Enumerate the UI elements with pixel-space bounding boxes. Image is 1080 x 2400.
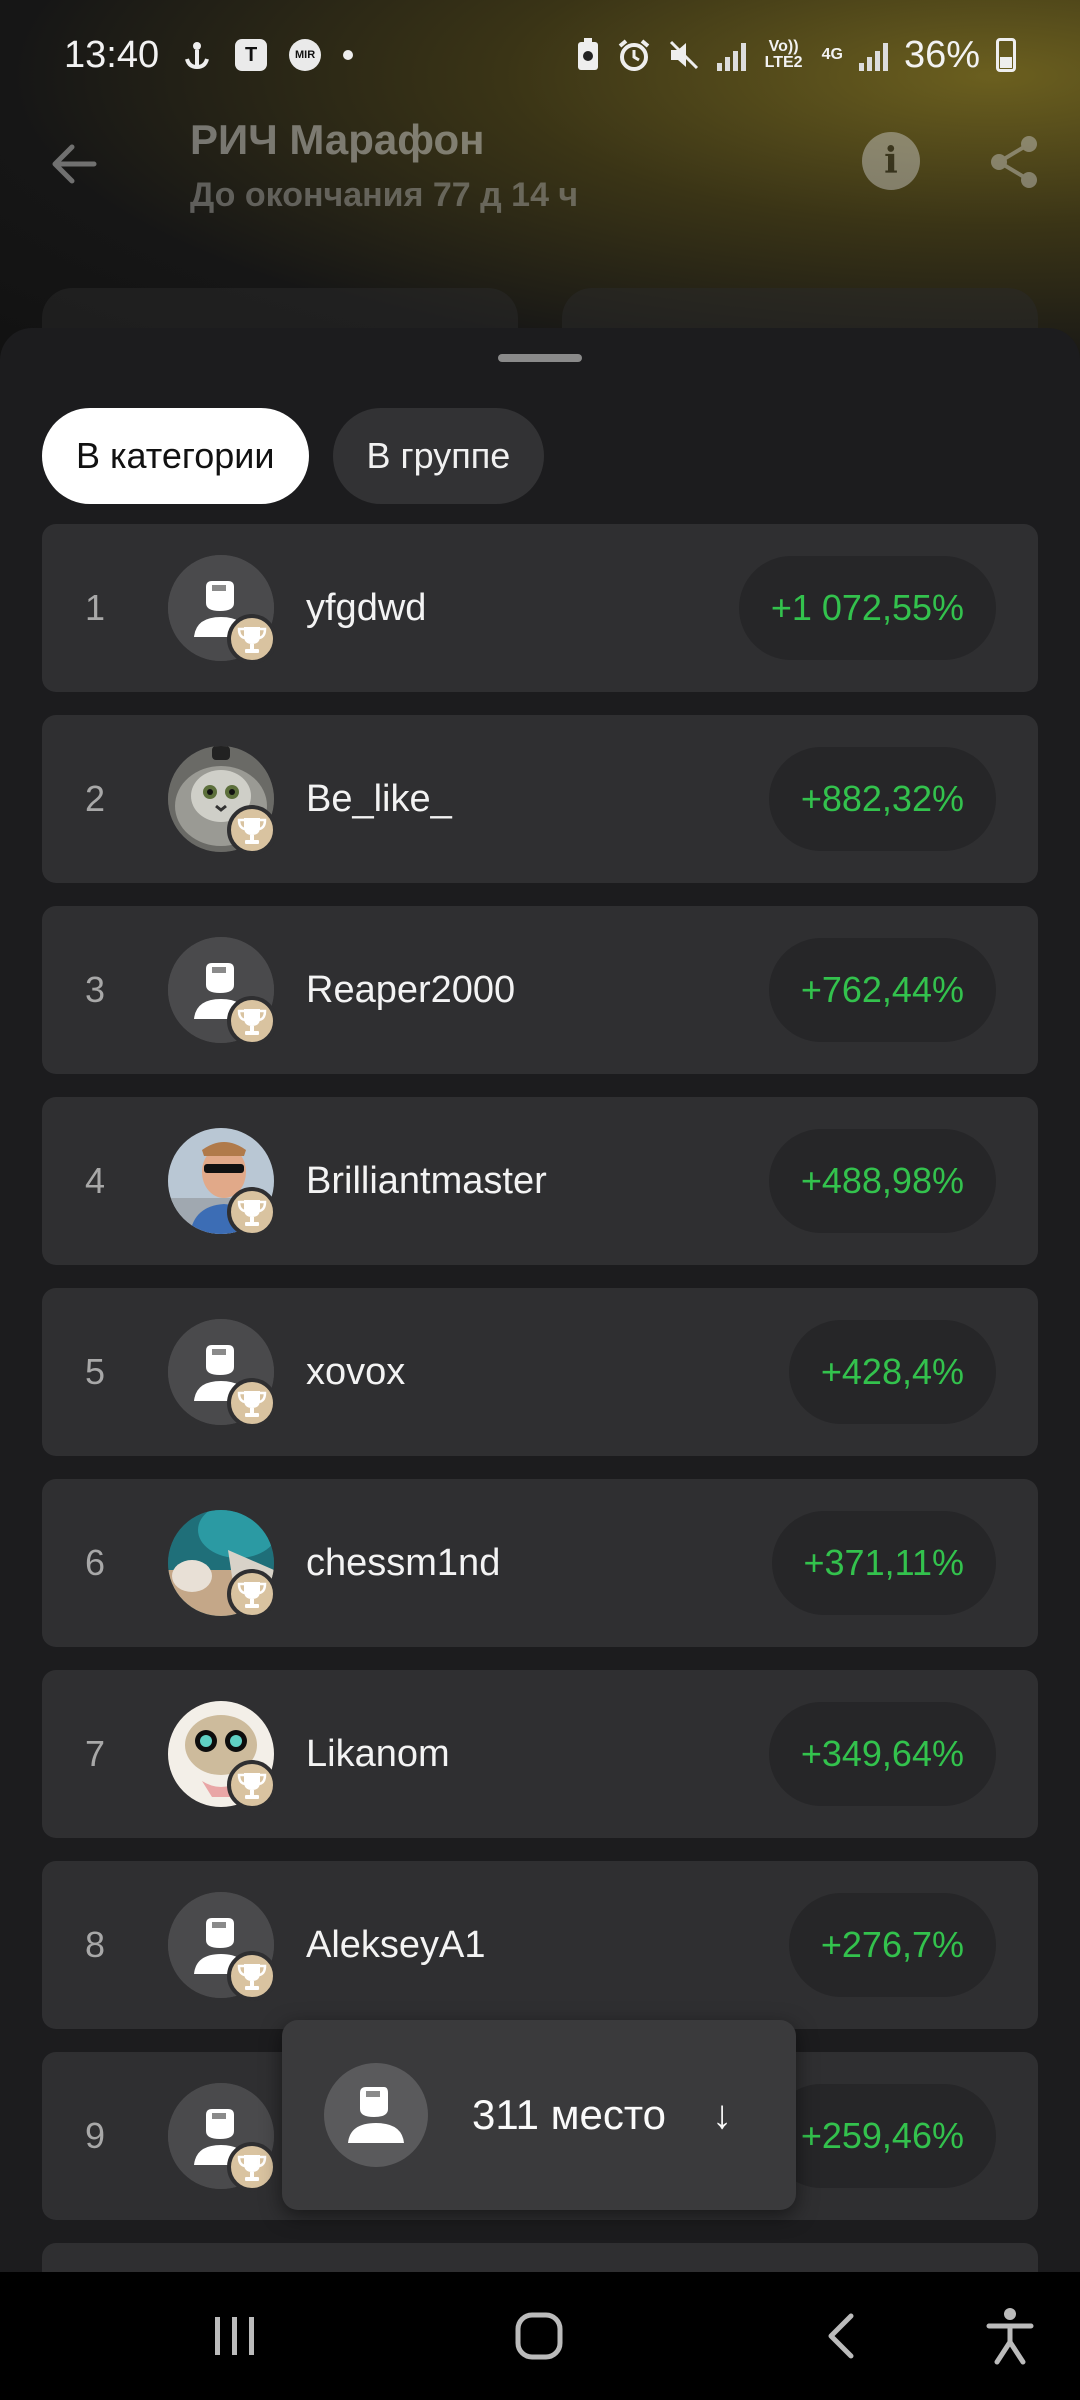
trophy-badge	[227, 614, 277, 664]
trophy-icon	[237, 1009, 267, 1035]
trophy-icon	[237, 1964, 267, 1990]
username: Be_like_	[306, 778, 452, 820]
rank-number: 6	[84, 1542, 106, 1583]
rank-number: 9	[84, 2115, 106, 2156]
leaderboard-row[interactable]: 4 Brilliantmaster +488,98%	[42, 1097, 1038, 1265]
leaderboard-row[interactable]: 8 AlekseyA1 +276,7%	[42, 1861, 1038, 2029]
arrow-down-icon: ↓	[712, 2093, 732, 2137]
username: yfgdwd	[306, 587, 427, 629]
return-badge: +488,98%	[768, 1129, 996, 1233]
leaderboard-row[interactable]: 5 xovox +428,4%	[42, 1288, 1038, 1456]
username: xovox	[306, 1351, 406, 1393]
mute-icon	[669, 40, 698, 70]
signal-icon	[716, 39, 746, 71]
return-badge: +276,7%	[788, 1893, 996, 1997]
battery-icon	[996, 38, 1016, 72]
trophy-badge	[227, 1569, 277, 1619]
leaderboard-row-partial[interactable]	[42, 2243, 1038, 2272]
my-avatar	[324, 2063, 428, 2167]
signal-icon	[858, 39, 888, 71]
home-button[interactable]	[484, 2272, 594, 2400]
trophy-badge	[227, 805, 277, 855]
trophy-badge	[227, 996, 277, 1046]
dot-icon	[343, 50, 354, 60]
leaderboard-list: 1 yfgdwd +1 072,55% 2 Be_like_ +882,32% 3 Reape…	[42, 524, 1038, 2272]
leaderboard-row[interactable]: 3 Reaper2000 +762,44%	[42, 906, 1038, 1074]
return-badge: +882,32%	[768, 747, 996, 851]
back-arrow-icon[interactable]	[44, 134, 104, 194]
back-button[interactable]	[786, 2272, 896, 2400]
accessibility-button[interactable]	[960, 2272, 1060, 2400]
trophy-badge	[227, 1951, 277, 2001]
rank-number: 3	[84, 969, 106, 1010]
rank-number: 7	[84, 1733, 106, 1774]
alarm-icon	[618, 39, 649, 71]
rank-number: 2	[84, 778, 106, 819]
countdown-subtitle: До окончания 77 д 14 ч	[190, 176, 579, 214]
trophy-badge	[227, 1378, 277, 1428]
app-header: РИЧ Марафон До окончания 77 д 14 ч i	[0, 110, 1080, 280]
return-badge: +1 072,55%	[738, 556, 996, 660]
status-left: 13:40 T MIR	[64, 33, 354, 77]
username: Reaper2000	[306, 969, 516, 1011]
tab-bar: В категории В группе	[42, 408, 545, 504]
t-icon: T	[235, 39, 268, 71]
trophy-icon	[237, 1391, 267, 1417]
drag-handle[interactable]	[498, 354, 582, 362]
back-icon	[828, 2313, 854, 2359]
return-badge: +259,46%	[768, 2084, 996, 2188]
rank-number: 1	[84, 587, 106, 628]
anchor-icon	[185, 42, 210, 70]
trophy-icon	[237, 1582, 267, 1608]
status-right: Vo)) LTE2 4G 36%	[575, 34, 1016, 77]
my-position-toast[interactable]: 311 место ↓	[282, 2020, 796, 2210]
username: Likanom	[306, 1733, 450, 1775]
rank-number: 8	[84, 1924, 106, 1965]
share-icon[interactable]	[985, 132, 1045, 192]
recent-apps-button[interactable]	[180, 2272, 290, 2400]
username: Brilliantmaster	[306, 1160, 547, 1202]
lte-icon: Vo)) LTE2	[764, 38, 803, 71]
user-icon	[348, 2087, 404, 2143]
status-bar: 13:40 T MIR Vo)) LTE2 4G 36%	[0, 0, 1080, 110]
leaderboard-sheet: В категории В группе 1 yfgdwd +1 072,55% 2 B…	[0, 328, 1080, 2272]
4g-icon: 4G	[821, 46, 843, 63]
trophy-badge	[227, 1760, 277, 1810]
rank-number: 5	[84, 1351, 106, 1392]
leaderboard-row[interactable]: 1 yfgdwd +1 072,55%	[42, 524, 1038, 692]
system-nav-bar	[0, 2272, 1080, 2400]
return-badge: +762,44%	[768, 938, 996, 1042]
tab-category[interactable]: В категории	[42, 408, 309, 504]
leaderboard-row[interactable]: 2 Be_like_ +882,32%	[42, 715, 1038, 883]
leaderboard-row[interactable]: 7 Likanom +349,64%	[42, 1670, 1038, 1838]
tab-group[interactable]: В группе	[332, 408, 545, 504]
accessibility-icon	[986, 2308, 1034, 2365]
leaderboard-row[interactable]: 6 chessm1nd +371,11%	[42, 1479, 1038, 1647]
trophy-badge	[227, 1187, 277, 1237]
username: AlekseyA1	[306, 1924, 486, 1966]
username: chessm1nd	[306, 1542, 501, 1584]
return-badge: +349,64%	[768, 1702, 996, 1806]
page-title: РИЧ Марафон	[190, 116, 485, 163]
battery-percent: 36%	[903, 33, 980, 76]
trophy-icon	[237, 2155, 267, 2181]
recent-apps-icon	[215, 2317, 254, 2355]
trophy-icon	[237, 627, 267, 653]
info-icon[interactable]: i	[862, 132, 920, 190]
trophy-badge	[227, 2142, 277, 2192]
battery-saver-icon	[577, 38, 598, 70]
trophy-icon	[237, 1773, 267, 1799]
return-badge: +371,11%	[771, 1511, 996, 1615]
status-time: 13:40	[64, 33, 160, 76]
my-position-text: 311 место	[472, 2091, 666, 2138]
trophy-icon	[237, 818, 267, 844]
trophy-icon	[237, 1200, 267, 1226]
mir-icon: MIR	[289, 39, 322, 71]
return-badge: +428,4%	[788, 1320, 996, 1424]
rank-number: 4	[84, 1160, 106, 1201]
home-icon	[515, 2312, 563, 2360]
